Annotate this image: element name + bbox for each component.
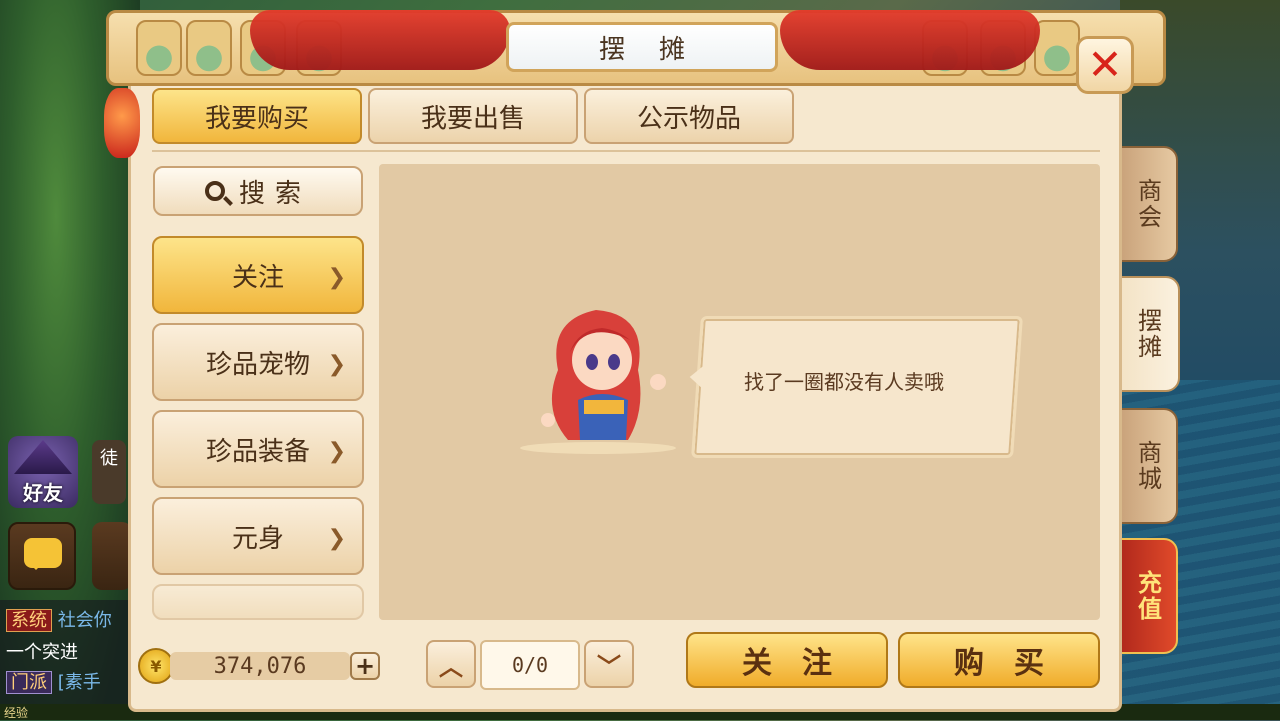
coin-icon: ¥ bbox=[138, 648, 174, 684]
chat-text: [素手 bbox=[57, 672, 101, 693]
buy-button[interactable]: 购买 bbox=[898, 632, 1100, 688]
window-title: 摆摊 bbox=[506, 22, 778, 72]
category-label: 珍品宠物 bbox=[205, 349, 310, 380]
exp-label: 经验 bbox=[4, 706, 29, 720]
side-tab-label: 商会 bbox=[1133, 178, 1162, 230]
chat-text: 社会你 bbox=[57, 610, 112, 631]
shop-girl-character bbox=[520, 310, 676, 454]
close-button[interactable]: ✕ bbox=[1076, 36, 1134, 94]
search-label: 搜索 bbox=[238, 178, 311, 209]
side-tab-label: 充值 bbox=[1133, 570, 1162, 622]
category-label: 珍品装备 bbox=[205, 436, 310, 467]
close-icon: ✕ bbox=[1087, 40, 1123, 89]
divider bbox=[152, 150, 1100, 152]
side-tab-stall[interactable]: 摆摊 bbox=[1116, 276, 1180, 392]
money-amount: 374,076 bbox=[170, 652, 350, 680]
search-button[interactable]: 搜索 bbox=[153, 166, 363, 216]
side-tab-mall[interactable]: 商城 bbox=[1118, 408, 1178, 524]
empty-state-message: 找了一圈都没有人卖哦 bbox=[744, 370, 944, 394]
chat-line: 系统 社会你 bbox=[6, 606, 112, 632]
chat-log: 系统 社会你 一个突进 门派 [素手 bbox=[0, 600, 130, 720]
chat-line: 门派 [素手 bbox=[6, 668, 101, 694]
category-label: 元身 bbox=[231, 523, 284, 554]
chat-channel-tag: 门派 bbox=[6, 671, 52, 694]
side-tab-label: 摆摊 bbox=[1133, 308, 1162, 360]
tab-buy[interactable]: 我要购买 bbox=[152, 88, 362, 144]
page-indicator: 0/0 bbox=[480, 640, 580, 690]
category-rare-equipment[interactable]: 珍品装备 ❯ bbox=[152, 410, 364, 488]
apprentice-button[interactable]: 徒 bbox=[92, 440, 126, 504]
side-tab-recharge[interactable]: 充值 bbox=[1118, 538, 1178, 654]
tab-sell[interactable]: 我要出售 bbox=[368, 88, 578, 144]
category-label: 关注 bbox=[231, 262, 284, 293]
scroll-ornament bbox=[1034, 20, 1080, 76]
add-money-button[interactable]: + bbox=[350, 652, 380, 680]
chat-bubble-icon bbox=[24, 538, 62, 570]
friend-label: 好友 bbox=[23, 481, 63, 505]
page-up-button[interactable]: ︿ bbox=[426, 640, 476, 688]
tab-public-items[interactable]: 公示物品 bbox=[584, 88, 794, 144]
chevron-down-icon: ﹀ bbox=[597, 652, 621, 681]
straw-hat-icon bbox=[14, 440, 72, 474]
side-tab-chamber[interactable]: 商会 bbox=[1118, 146, 1178, 262]
chevron-right-icon: ❯ bbox=[327, 439, 346, 464]
side-tab-label: 商城 bbox=[1133, 440, 1162, 492]
search-icon bbox=[204, 181, 225, 201]
scroll-ornament bbox=[136, 20, 182, 76]
chat-channel-tag: 系统 bbox=[6, 609, 52, 632]
chevron-right-icon: ❯ bbox=[327, 526, 346, 551]
follow-button[interactable]: 关注 bbox=[686, 632, 888, 688]
friend-button[interactable]: 好友 bbox=[8, 436, 78, 508]
lantern-icon bbox=[104, 88, 140, 158]
chevron-up-icon: ︿ bbox=[439, 652, 463, 681]
voice-button[interactable] bbox=[92, 522, 132, 590]
page-down-button[interactable]: ﹀ bbox=[584, 640, 634, 688]
red-ribbon bbox=[780, 10, 1040, 70]
category-follow[interactable]: 关注 ❯ bbox=[152, 236, 364, 314]
chat-text: 一个突进 bbox=[6, 642, 78, 663]
scroll-ornament bbox=[186, 20, 232, 76]
category-partial[interactable] bbox=[152, 584, 364, 620]
chat-line: 一个突进 bbox=[6, 638, 78, 664]
chat-button[interactable] bbox=[8, 522, 76, 590]
chevron-right-icon: ❯ bbox=[327, 265, 346, 290]
category-rare-pets[interactable]: 珍品宠物 ❯ bbox=[152, 323, 364, 401]
category-yuanshen[interactable]: 元身 ❯ bbox=[152, 497, 364, 575]
chevron-right-icon: ❯ bbox=[327, 352, 346, 377]
red-ribbon bbox=[250, 10, 510, 70]
